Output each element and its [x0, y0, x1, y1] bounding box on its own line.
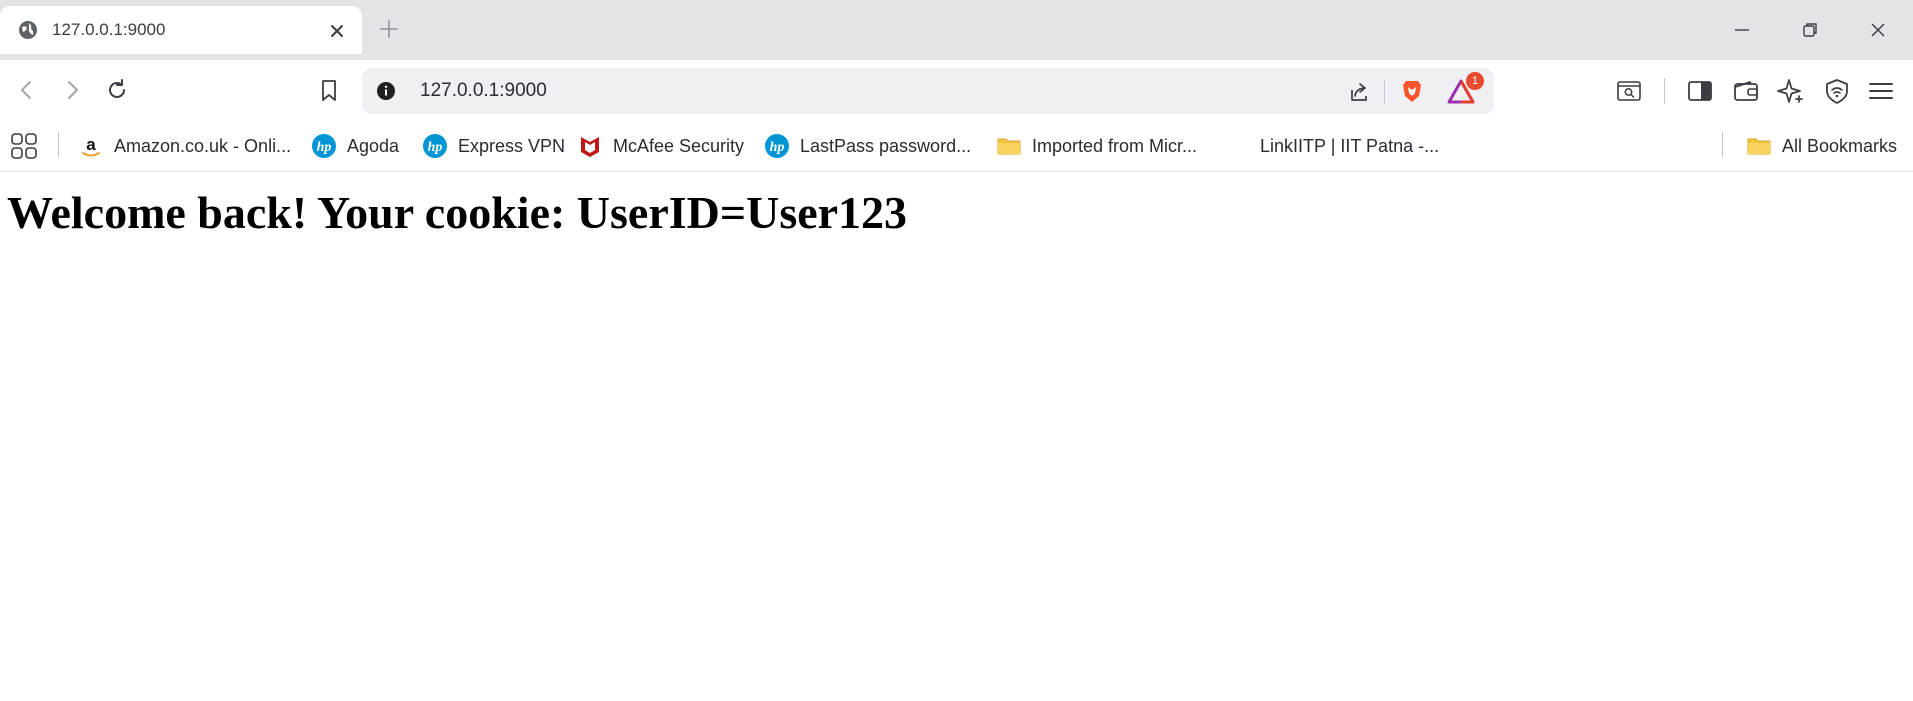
bookmarks-divider: [58, 132, 59, 158]
info-icon[interactable]: [376, 81, 396, 101]
bookmark-folder-imported[interactable]: Imported from Micr...: [996, 132, 1197, 160]
minimize-icon[interactable]: [1728, 16, 1756, 44]
bookmark-mcafee[interactable]: McAfee Security: [577, 132, 744, 160]
reload-icon[interactable]: [102, 75, 132, 105]
hp-icon: hp: [312, 134, 336, 158]
apps-grid-icon[interactable]: [10, 132, 38, 160]
back-icon[interactable]: [12, 75, 42, 105]
page-heading: Welcome back! Your cookie: UserID=User12…: [7, 187, 908, 238]
bookmark-label: Agoda: [347, 135, 400, 156]
brave-shields-icon[interactable]: [1398, 77, 1426, 105]
page-content: Welcome back! Your cookie: UserID=User12…: [0, 172, 1913, 701]
bookmark-lastpass[interactable]: hp LastPass password...: [764, 132, 971, 160]
omnibox-divider: [1384, 80, 1385, 104]
svg-text:hp: hp: [770, 140, 785, 155]
bookmark-label: Imported from Micr...: [1032, 135, 1198, 156]
hp-icon: hp: [423, 134, 447, 158]
bookmark-label: Express VPN: [458, 135, 566, 156]
toolbar: 127.0.0.1:9000 1: [0, 60, 1913, 120]
share-icon[interactable]: [1344, 78, 1372, 106]
folder-icon: [1747, 138, 1771, 155]
close-icon[interactable]: [326, 20, 348, 42]
all-bookmarks-label: All Bookmarks: [1782, 135, 1898, 156]
bookmark-icon[interactable]: [314, 75, 344, 105]
mcafee-icon: [581, 137, 599, 157]
bookmarks-bar: a Amazon.co.uk - Onli... hp Agoda hp Exp…: [0, 120, 1913, 172]
bookmark-label: LastPass password...: [800, 135, 972, 156]
plus-icon[interactable]: [378, 18, 400, 40]
bookmark-label: LinkIITP | IIT Patna -...: [1260, 135, 1440, 156]
bookmark-express-vpn[interactable]: hp Express VPN: [422, 132, 565, 160]
address-bar[interactable]: 127.0.0.1:9000 1: [362, 68, 1494, 114]
wallet-icon[interactable]: [1731, 76, 1761, 106]
globe-icon: [19, 21, 37, 39]
hp-icon: hp: [765, 134, 789, 158]
folder-icon: [997, 138, 1021, 155]
amazon-icon: a: [82, 135, 100, 157]
active-tab[interactable]: 127.0.0.1:9000: [0, 6, 362, 54]
bookmark-amazon[interactable]: a Amazon.co.uk - Onli...: [78, 132, 291, 160]
restore-icon[interactable]: [1796, 16, 1824, 44]
svg-text:a: a: [86, 135, 96, 154]
url-text[interactable]: 127.0.0.1:9000: [420, 80, 547, 102]
window-close-icon[interactable]: [1864, 16, 1892, 44]
all-bookmarks[interactable]: All Bookmarks: [1746, 132, 1897, 160]
bookmark-label: Amazon.co.uk - Onli...: [114, 135, 292, 156]
tab-strip: 127.0.0.1:9000: [0, 0, 1913, 60]
vpn-shield-icon[interactable]: [1822, 76, 1852, 106]
rewards-badge: 1: [1466, 72, 1484, 90]
svg-text:hp: hp: [428, 140, 443, 155]
sidebar-icon[interactable]: [1685, 76, 1715, 106]
leo-ai-icon[interactable]: [1776, 76, 1806, 106]
bookmark-label: McAfee Security: [613, 135, 745, 156]
svg-text:hp: hp: [317, 140, 332, 155]
bookmark-agoda[interactable]: hp Agoda: [311, 132, 399, 160]
toolbar-divider: [1664, 78, 1665, 104]
tab-title: 127.0.0.1:9000: [52, 20, 166, 39]
forward-icon[interactable]: [57, 75, 87, 105]
bookmark-linkiitp[interactable]: LinkIITP | IIT Patna -...: [1260, 132, 1439, 160]
menu-icon[interactable]: [1866, 76, 1896, 106]
search-tabs-icon[interactable]: [1614, 76, 1644, 106]
bookmarks-divider: [1722, 132, 1723, 158]
